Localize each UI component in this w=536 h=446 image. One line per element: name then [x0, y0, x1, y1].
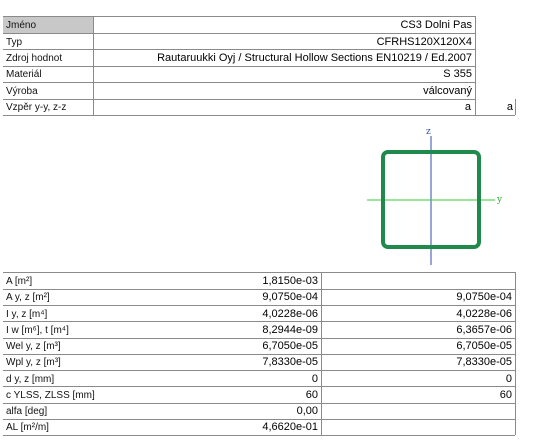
prop-value-elastic-y: 6,7050e-05: [262, 340, 318, 352]
prop-value-ylss: 60: [305, 389, 318, 401]
prop-label-shear-center: d y, z [mm]: [6, 374, 55, 385]
prop-value-alfa: 0,00: [296, 405, 318, 417]
prop-label-warping-torsion: I w [m⁶], t [m⁴]: [6, 325, 69, 336]
prop-label-shear-area: A y, z [m²]: [6, 292, 50, 303]
prop-label-alfa: alfa [deg]: [6, 406, 48, 417]
grid-line: [3, 272, 515, 273]
grid-line: [3, 305, 515, 306]
prop-value-elastic-z: 6,7050e-05: [456, 340, 512, 352]
grid-line: [3, 435, 515, 436]
prop-value-inertia-z: 4,0228e-06: [456, 308, 512, 320]
prop-label-centroid: c YLSS, ZLSS [mm]: [6, 390, 95, 401]
prop-label-area: A [m²]: [6, 276, 33, 287]
prop-value-surface: 4,6620e-01: [262, 421, 318, 433]
prop-value-warping: 8,2944e-09: [262, 324, 318, 336]
y-axis-label: y: [496, 195, 503, 205]
grid-line: [3, 289, 515, 290]
cross-section-figure: z y: [367, 127, 503, 265]
grid-line: [515, 272, 516, 435]
prop-label-inertia: I y, z [m⁴]: [6, 309, 48, 320]
grid-line: [3, 403, 515, 404]
prop-label-plastic-modulus: Wpl y, z [m³]: [6, 357, 61, 368]
prop-value-dz: 0: [505, 373, 512, 385]
prop-value-zlss: 60: [499, 389, 512, 401]
prop-value-shear-area-y: 9,0750e-04: [262, 291, 318, 303]
prop-label-surface: AL [m²/m]: [6, 422, 49, 433]
grid-line: [3, 386, 515, 387]
grid-line: [3, 338, 515, 339]
prop-value-torsion: 6,3657e-06: [456, 324, 512, 336]
grid-line: [3, 370, 515, 371]
z-axis-label: z: [426, 127, 431, 137]
grid-line: [3, 321, 515, 322]
prop-value-inertia-y: 4,0228e-06: [262, 308, 318, 320]
grid-line: [3, 354, 515, 355]
prop-value-area: 1,8150e-03: [262, 275, 318, 287]
grid-line: [321, 272, 322, 435]
prop-value-shear-area-z: 9,0750e-04: [456, 291, 512, 303]
grid-line: [3, 419, 515, 420]
prop-label-elastic-modulus: Wel y, z [m³]: [6, 341, 61, 352]
prop-value-dy: 0: [311, 373, 318, 385]
prop-value-plastic-z: 7,8330e-05: [456, 356, 512, 368]
prop-value-plastic-y: 7,8330e-05: [262, 356, 318, 368]
